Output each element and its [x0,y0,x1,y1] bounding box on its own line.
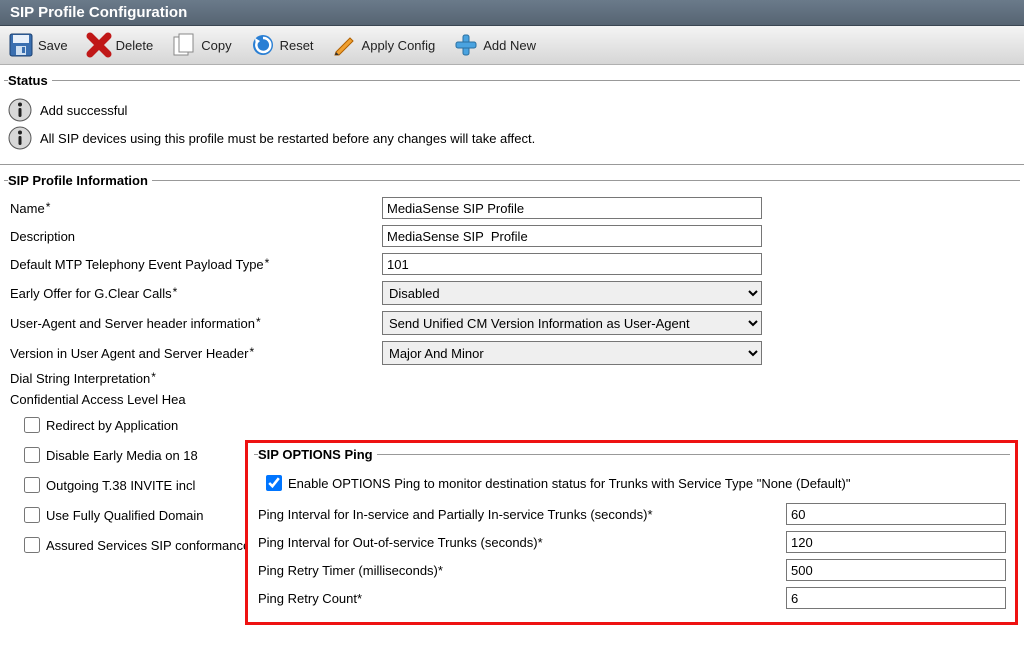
sip-profile-info-legend: SIP Profile Information [8,173,152,188]
ping-interval-in-input[interactable] [786,503,1006,525]
status-message-1: Add successful [40,103,127,118]
status-fieldset: Status Add successful All SIP devices us… [4,73,1020,158]
outgoing-t38-checkbox[interactable] [24,477,40,493]
save-button[interactable]: Save [8,32,68,58]
apply-config-button[interactable]: Apply Config [332,32,436,58]
sip-options-ping-fieldset: SIP OPTIONS Ping Enable OPTIONS Ping to … [254,447,1010,618]
delete-button[interactable]: Delete [86,32,154,58]
default-mtp-label: Default MTP Telephony Event Payload Type… [8,257,382,272]
ping-retry-count-label: Ping Retry Count* [258,591,786,606]
status-message-2: All SIP devices using this profile must … [40,131,535,146]
enable-options-ping-checkbox[interactable] [266,475,282,491]
early-offer-label: Early Offer for G.Clear Calls* [8,286,382,301]
user-agent-label: User-Agent and Server header information… [8,316,382,331]
sip-options-ping-legend: SIP OPTIONS Ping [258,447,377,462]
name-label: Name* [8,201,382,216]
use-fqdn-label: Use Fully Qualified Domain [46,508,204,523]
delete-icon [86,32,112,58]
description-label: Description [8,229,382,244]
cal-label: Confidential Access Level Hea [8,392,382,407]
info-icon [8,98,32,122]
ping-interval-out-input[interactable] [786,531,1006,553]
ping-retry-timer-label: Ping Retry Timer (milliseconds)* [258,563,786,578]
copy-icon [171,32,197,58]
description-input[interactable] [382,225,762,247]
redirect-checkbox[interactable] [24,417,40,433]
separator [0,164,1024,165]
name-input[interactable] [382,197,762,219]
assured-label: Assured Services SIP conformance [46,538,250,553]
ping-interval-out-label: Ping Interval for Out-of-service Trunks … [258,535,786,550]
version-select[interactable]: Major And Minor [382,341,762,365]
redirect-label: Redirect by Application [46,418,178,433]
pencil-icon [332,32,358,58]
delete-label: Delete [116,38,154,53]
early-offer-select[interactable]: Disabled [382,281,762,305]
toolbar: Save Delete Copy Reset Apply Config Add … [0,26,1024,65]
copy-button[interactable]: Copy [171,32,231,58]
sip-options-ping-highlight: SIP OPTIONS Ping Enable OPTIONS Ping to … [245,440,1018,625]
dial-string-label: Dial String Interpretation* [8,371,382,386]
ping-interval-in-label: Ping Interval for In-service and Partial… [258,507,786,522]
version-label: Version in User Agent and Server Header* [8,346,382,361]
reset-button[interactable]: Reset [250,32,314,58]
apply-config-label: Apply Config [362,38,436,53]
save-label: Save [38,38,68,53]
plus-icon [453,32,479,58]
default-mtp-input[interactable] [382,253,762,275]
ping-retry-timer-input[interactable] [786,559,1006,581]
copy-label: Copy [201,38,231,53]
save-icon [8,32,34,58]
assured-checkbox[interactable] [24,537,40,553]
status-line-2: All SIP devices using this profile must … [8,126,1016,150]
ping-retry-count-input[interactable] [786,587,1006,609]
user-agent-select[interactable]: Send Unified CM Version Information as U… [382,311,762,335]
info-icon [8,126,32,150]
add-new-label: Add New [483,38,536,53]
use-fqdn-checkbox[interactable] [24,507,40,523]
status-line-1: Add successful [8,98,1016,122]
add-new-button[interactable]: Add New [453,32,536,58]
reset-label: Reset [280,38,314,53]
enable-options-ping-label: Enable OPTIONS Ping to monitor destinati… [288,476,850,491]
status-legend: Status [8,73,52,88]
disable-early-label: Disable Early Media on 18 [46,448,198,463]
disable-early-checkbox[interactable] [24,447,40,463]
page-title-bar: SIP Profile Configuration [0,0,1024,26]
page-title: SIP Profile Configuration [10,4,187,21]
reset-icon [250,32,276,58]
outgoing-t38-label: Outgoing T.38 INVITE incl [46,478,195,493]
